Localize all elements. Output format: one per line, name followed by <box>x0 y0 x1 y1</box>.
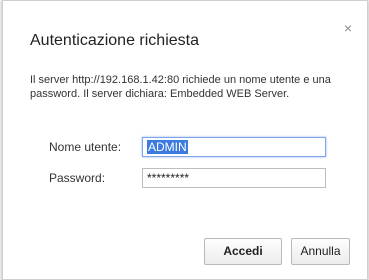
authentication-dialog: Autenticazione richiesta × Il server htt… <box>2 0 368 280</box>
username-row: Nome utente: ADMIN <box>3 137 367 159</box>
auth-message: Il server http://192.168.1.42:80 richied… <box>30 74 331 100</box>
username-label: Nome utente: <box>49 140 122 154</box>
password-input[interactable]: ********* <box>142 168 326 188</box>
password-value: ********* <box>147 171 190 185</box>
close-icon[interactable]: × <box>341 21 355 35</box>
password-row: Password: ********* <box>3 168 367 190</box>
username-value: ADMIN <box>147 140 188 154</box>
screen: Autenticazione richiesta × Il server htt… <box>0 0 369 280</box>
username-input[interactable]: ADMIN <box>142 137 326 157</box>
password-label: Password: <box>49 171 106 185</box>
annulla-button[interactable]: Annulla <box>291 238 350 265</box>
accedi-button[interactable]: Accedi <box>204 238 282 265</box>
dialog-title: Autenticazione richiesta <box>30 32 199 49</box>
